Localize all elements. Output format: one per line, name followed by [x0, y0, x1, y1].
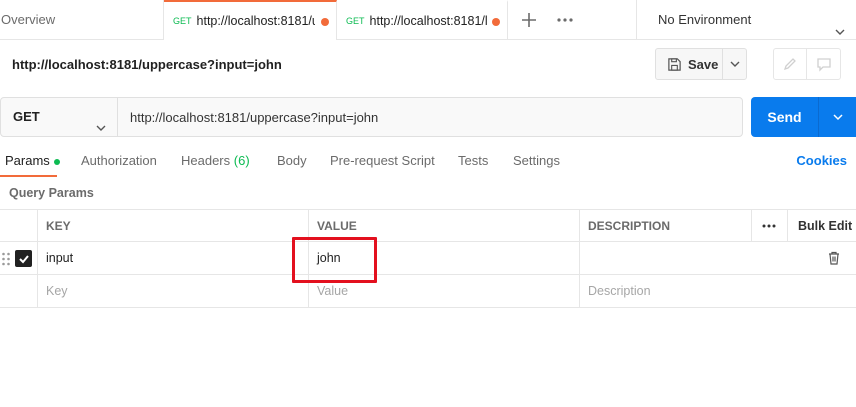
- chevron-down-icon: [95, 111, 107, 149]
- headers-count: (6): [233, 153, 250, 168]
- unsaved-dot: [492, 18, 500, 26]
- check-icon: [18, 254, 29, 263]
- save-label: Save: [688, 56, 719, 72]
- save-icon: [668, 57, 681, 71]
- row-enabled-checkbox[interactable]: [15, 250, 32, 267]
- environment-select[interactable]: No Environment: [636, 0, 856, 40]
- column-description-header: DESCRIPTION: [588, 219, 671, 233]
- param-description-placeholder[interactable]: Description: [579, 275, 779, 307]
- method-label: GET: [13, 109, 40, 124]
- method-select[interactable]: GET: [1, 98, 118, 136]
- param-key-field[interactable]: input: [37, 242, 308, 274]
- request-title[interactable]: http://localhost:8181/uppercase?input=jo…: [12, 57, 282, 72]
- url-input[interactable]: [118, 98, 742, 136]
- pencil-icon[interactable]: [774, 49, 808, 79]
- table-row-empty: Key Value Description: [0, 275, 856, 308]
- tab-method: GET: [173, 16, 192, 26]
- tab-bar: Overview GET http://localhost:8181/upper…: [0, 0, 856, 40]
- column-key-header: KEY: [46, 219, 71, 233]
- save-button[interactable]: Save: [656, 49, 724, 79]
- tab-authorization[interactable]: Authorization: [81, 153, 157, 168]
- unsaved-dot: [321, 18, 329, 26]
- more-horizontal-icon[interactable]: [751, 210, 787, 242]
- cookies-link[interactable]: Cookies: [796, 153, 847, 168]
- drag-handle-icon[interactable]: [1, 251, 11, 270]
- tab-url: http://localhost:8181/lowercase: [369, 14, 488, 28]
- active-tab-underline: [0, 175, 57, 177]
- tab-method: GET: [346, 16, 365, 26]
- environment-label: No Environment: [658, 12, 752, 27]
- save-options-chevron-icon[interactable]: [723, 49, 746, 79]
- request-tabs: Params Authorization Headers (6) Body Pr…: [0, 150, 856, 178]
- tab-body[interactable]: Body: [277, 153, 307, 168]
- bulk-edit-button[interactable]: Bulk Edit: [798, 210, 852, 242]
- chevron-down-icon: [834, 14, 846, 35]
- tab-request-lowercase[interactable]: GET http://localhost:8181/lowercase: [337, 0, 508, 40]
- params-active-dot: [53, 158, 60, 165]
- param-key-placeholder[interactable]: Key: [37, 275, 308, 307]
- tab-request-uppercase[interactable]: GET http://localhost:8181/uppercase?inpu…: [164, 0, 337, 40]
- tab-prerequest-script[interactable]: Pre-request Script: [330, 153, 435, 168]
- query-params-title: Query Params: [9, 186, 94, 200]
- table-header-row: KEY VALUE DESCRIPTION Bulk Edit: [0, 209, 856, 242]
- tab-tests[interactable]: Tests: [458, 153, 488, 168]
- edit-comment-group: [773, 48, 841, 80]
- trash-icon[interactable]: [827, 251, 841, 268]
- send-button[interactable]: Send: [751, 97, 819, 137]
- tab-headers[interactable]: Headers (6): [181, 153, 250, 168]
- tab-params[interactable]: Params: [5, 153, 60, 168]
- comment-icon[interactable]: [807, 49, 840, 79]
- tab-overview[interactable]: Overview: [0, 0, 164, 40]
- tab-settings[interactable]: Settings: [513, 153, 560, 168]
- more-horizontal-icon[interactable]: [556, 12, 574, 28]
- table-row: input john: [0, 242, 856, 275]
- tab-headers-label: Headers: [181, 153, 231, 168]
- tab-params-label: Params: [5, 153, 50, 168]
- save-button-group: Save: [655, 48, 747, 80]
- param-description-field[interactable]: [579, 242, 779, 274]
- plus-icon[interactable]: [517, 8, 541, 32]
- request-url-bar: GET: [0, 97, 743, 137]
- value-highlight-annotation: [292, 237, 377, 283]
- send-options-chevron-icon[interactable]: [819, 97, 856, 137]
- tab-url: http://localhost:8181/uppercase?input=jo…: [196, 14, 315, 28]
- send-button-group: Send: [751, 97, 856, 137]
